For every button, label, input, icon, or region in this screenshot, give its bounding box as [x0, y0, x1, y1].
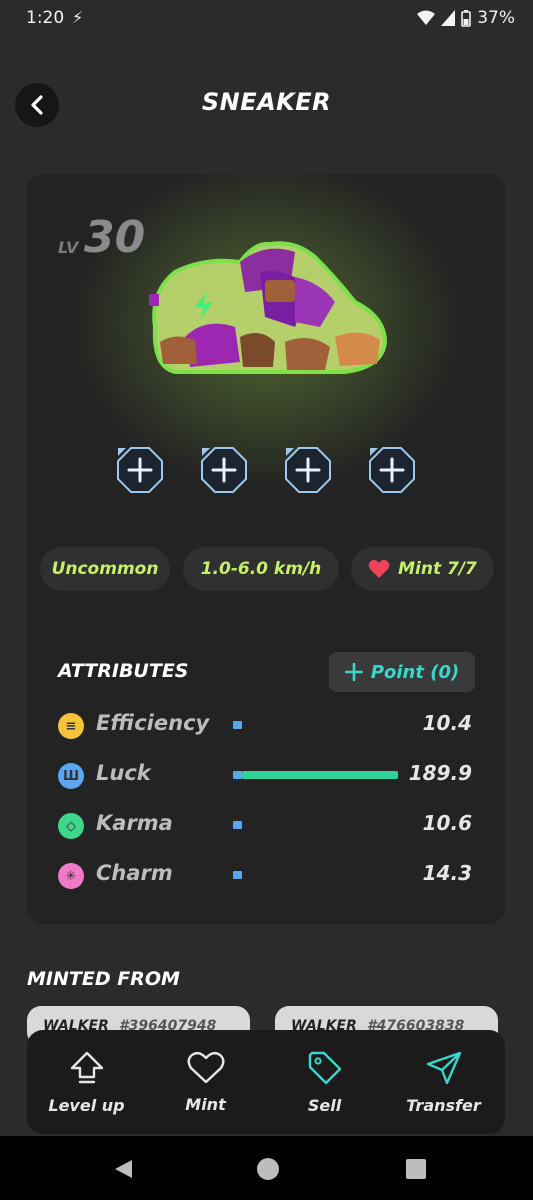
- nav-home-icon[interactable]: [256, 1157, 280, 1181]
- attribute-row-luck: Ш Luck 189.9: [58, 761, 476, 791]
- sell-label: Sell: [307, 1095, 342, 1115]
- socket-slot-1[interactable]: [116, 446, 164, 494]
- page-title: SNEAKER: [201, 88, 332, 116]
- attribute-bar-base: [233, 821, 242, 829]
- flash-icon: ⚡: [72, 8, 84, 27]
- luck-icon: Ш: [58, 763, 84, 789]
- tag-icon: [308, 1051, 341, 1084]
- level-up-label: Level up: [48, 1095, 125, 1115]
- system-nav-bar: [0, 1136, 533, 1200]
- nav-back-icon[interactable]: [112, 1158, 134, 1180]
- attribute-bar-base: [233, 721, 242, 729]
- sell-button[interactable]: Sell: [265, 1030, 384, 1134]
- point-button-label: Point (0): [370, 661, 460, 683]
- attributes-title: ATTRIBUTES: [58, 660, 189, 682]
- level-up-button[interactable]: Level up: [27, 1030, 146, 1134]
- socket-slot-2[interactable]: [200, 446, 248, 494]
- nav-recents-icon[interactable]: [405, 1158, 427, 1180]
- speed-label: 1.0-6.0 km/h: [200, 559, 322, 579]
- add-point-button[interactable]: Point (0): [329, 652, 475, 692]
- battery-icon: [461, 9, 472, 27]
- wifi-icon: [417, 10, 436, 25]
- attribute-name: Karma: [96, 811, 173, 835]
- speed-chip: 1.0-6.0 km/h: [183, 547, 339, 591]
- minted-from-title: MINTED FROM: [27, 968, 180, 990]
- socket-slot-3[interactable]: [284, 446, 332, 494]
- efficiency-icon: ≡: [58, 713, 84, 739]
- attribute-value: 10.6: [422, 811, 472, 835]
- attribute-bar-fill: [242, 771, 398, 779]
- status-bar: 1:20 ⚡ 37%: [0, 0, 533, 38]
- attribute-value: 10.4: [422, 711, 472, 735]
- status-time: 1:20: [26, 8, 65, 28]
- karma-icon: ◇: [58, 813, 84, 839]
- attribute-name: Charm: [96, 861, 173, 885]
- attribute-bar-base: [233, 771, 242, 779]
- rarity-chip: Uncommon: [40, 547, 170, 591]
- charm-icon: ✳: [58, 863, 84, 889]
- attribute-row-karma: ◇ Karma 10.6: [58, 811, 476, 841]
- attribute-row-charm: ✳ Charm 14.3: [58, 861, 476, 891]
- heart-icon: [368, 559, 390, 578]
- attribute-value: 14.3: [422, 861, 472, 885]
- action-bar: Level up Mint Sell Transfer: [27, 1030, 505, 1134]
- rarity-label: Uncommon: [51, 559, 159, 579]
- signal-icon: [441, 10, 456, 26]
- plus-icon: [344, 663, 363, 681]
- attribute-value: 189.9: [408, 761, 472, 785]
- level-label: LV: [58, 238, 79, 257]
- mint-count: Mint 7/7: [398, 559, 477, 579]
- send-icon: [426, 1051, 461, 1084]
- attribute-name: Luck: [96, 761, 151, 785]
- attribute-bar-base: [233, 871, 242, 879]
- transfer-label: Transfer: [406, 1095, 481, 1115]
- mint-chip: Mint 7/7: [351, 547, 494, 591]
- heart-icon: [187, 1051, 224, 1083]
- level-value: 30: [84, 212, 146, 263]
- socket-slot-4[interactable]: [368, 446, 416, 494]
- battery-percent: 37%: [477, 8, 515, 28]
- status-right: 37%: [417, 8, 515, 28]
- attribute-row-efficiency: ≡ Efficiency 10.4: [58, 711, 476, 741]
- mint-button[interactable]: Mint: [146, 1030, 265, 1134]
- transfer-button[interactable]: Transfer: [384, 1030, 503, 1134]
- sneaker-image: [149, 241, 388, 374]
- attribute-name: Efficiency: [96, 711, 210, 735]
- mint-label: Mint: [185, 1094, 226, 1114]
- arrow-up-icon: [70, 1051, 103, 1083]
